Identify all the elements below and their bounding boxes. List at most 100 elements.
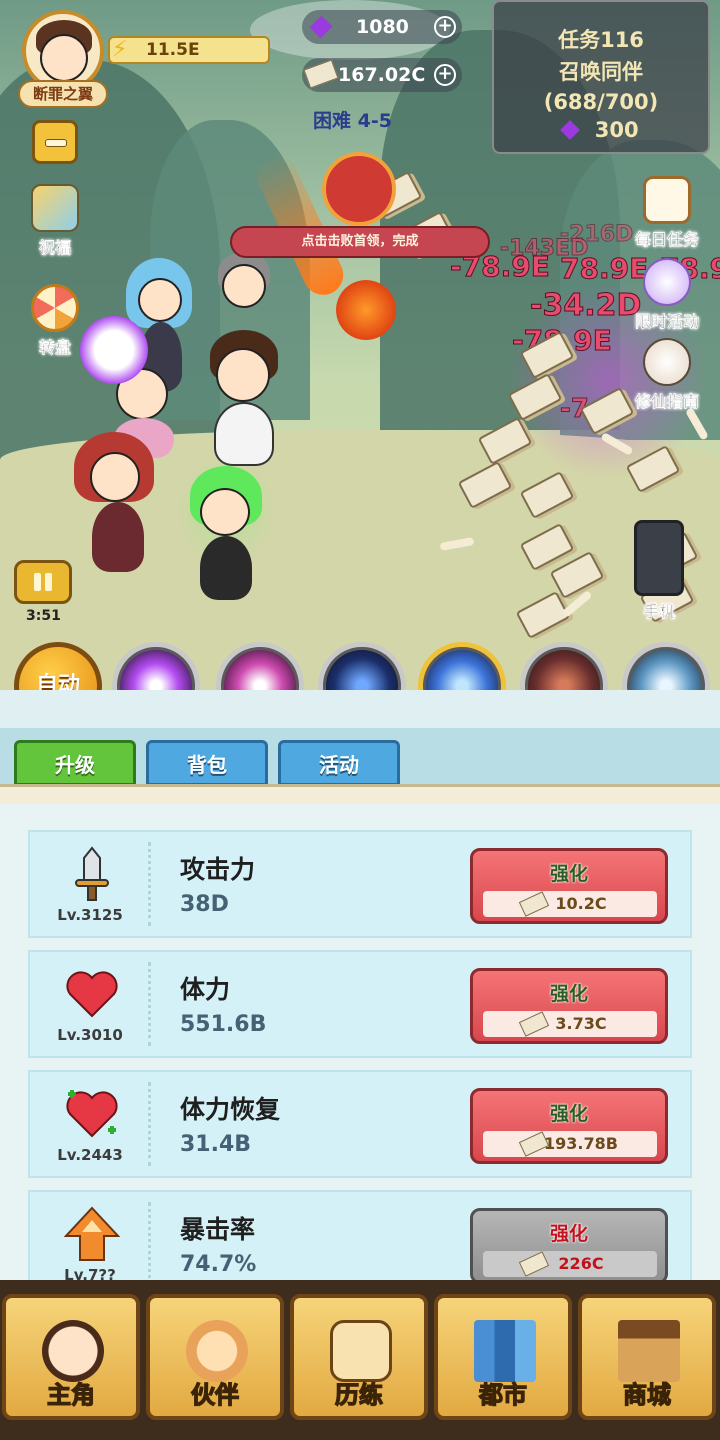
phone-button[interactable]: 手机 <box>624 520 694 622</box>
bless-label: 祝福 <box>38 238 71 257</box>
shop-stall-icon <box>618 1320 680 1382</box>
quest-progress: (688/700) <box>543 90 659 114</box>
heart-icon <box>66 971 118 1018</box>
upgrade-row-stamina: Lv.3010 体力 551.6B 强化 3.73C <box>28 950 692 1058</box>
nav-training[interactable]: 历练 <box>290 1294 428 1420</box>
gems-value: 1080 <box>356 16 409 38</box>
quest-panel[interactable]: 任务116 召唤同伴 (688/700) 300 <box>492 0 710 154</box>
upgrade-value: 38D <box>180 892 229 917</box>
ally-green-hair <box>176 456 276 606</box>
quest-reward: 300 <box>494 118 708 142</box>
ally-swordsman <box>212 252 282 342</box>
upgrade-cost: 193.78B <box>483 1131 657 1157</box>
upgrade-cost-value: 10.2C <box>555 894 607 913</box>
upgrade-cost-value: 226C <box>558 1254 604 1273</box>
upgrade-button[interactable]: 强化 10.2C <box>470 848 668 924</box>
upgrade-name: 体力 <box>180 975 231 1004</box>
boss-banner[interactable]: 点击击败首领，完成 <box>230 226 490 258</box>
nav-label: 都市 <box>478 1379 527 1409</box>
tab-activity[interactable]: 活动 <box>278 740 400 786</box>
lightning-icon: ⚡ <box>112 37 128 62</box>
bottom-nav: 主角 伙伴 历练 都市 商城 <box>0 1280 720 1440</box>
cultivation-guide-label: 修仙指南 <box>634 392 699 411</box>
cash-icon <box>518 1011 550 1037</box>
cash-icon <box>518 891 550 917</box>
upgrade-button-label: 强化 <box>549 983 588 1005</box>
quest-reward-value: 300 <box>594 118 639 142</box>
player-name: 断罪之翼 <box>18 80 108 108</box>
quest-title: 任务116 <box>558 28 644 52</box>
nav-label: 主角 <box>46 1379 95 1409</box>
nav-label: 伙伴 <box>190 1379 239 1409</box>
upgrade-list[interactable]: Lv.3125 攻击力 38D 强化 10.2C Lv.3010 体力 551.… <box>0 804 720 1280</box>
boss-icon[interactable] <box>322 152 396 226</box>
nav-hero[interactable]: 主角 <box>2 1294 140 1420</box>
collapse-button[interactable] <box>32 120 78 164</box>
battle-timer: 3:51 <box>26 608 61 624</box>
gift-icon <box>643 258 691 306</box>
phone-label: 手机 <box>642 602 675 621</box>
quest-name: 召唤同伴 <box>559 60 643 84</box>
pause-button[interactable] <box>14 560 72 604</box>
nav-city[interactable]: 都市 <box>434 1294 572 1420</box>
upgrade-button-label: 强化 <box>549 1103 588 1125</box>
heart-plus-icon <box>66 1090 118 1138</box>
upgrade-cost-value: 3.73C <box>555 1014 607 1033</box>
daily-quest-button[interactable]: 每日任务 <box>624 176 710 250</box>
sword-icon <box>75 846 109 901</box>
upgrade-level: Lv.3125 <box>57 906 123 924</box>
upgrade-cost-value: 193.78B <box>544 1134 618 1153</box>
coins-counter: 167.02C + <box>302 58 462 92</box>
upgrade-button[interactable]: 强化 193.78B <box>470 1088 668 1164</box>
stage-difficulty: 困难 4-5 <box>313 110 392 132</box>
tablet-icon <box>330 1320 392 1382</box>
gem-icon <box>560 120 581 140</box>
wheel-button[interactable]: 转盘 <box>20 284 90 358</box>
bless-button[interactable]: 祝福 <box>20 184 90 258</box>
upgrade-cost: 10.2C <box>483 891 657 917</box>
upgrade-row-attack: Lv.3125 攻击力 38D 强化 10.2C <box>28 830 692 938</box>
upgrade-button[interactable]: 强化 3.73C <box>470 968 668 1044</box>
tab-upgrade[interactable]: 升级 <box>14 740 136 786</box>
upgrade-level: Lv.2443 <box>57 1146 123 1164</box>
cash-icon <box>518 1251 550 1277</box>
upgrade-name: 攻击力 <box>180 855 256 884</box>
city-icon <box>474 1320 536 1382</box>
immortal-lady-icon <box>643 338 691 386</box>
gems-counter: 1080 + <box>302 10 462 44</box>
gem-icon <box>309 15 333 39</box>
cat-icon <box>186 1320 248 1382</box>
upgrade-value: 74.7% <box>180 1252 257 1277</box>
upgrade-button-disabled[interactable]: 强化 226C <box>470 1208 668 1280</box>
upgrade-value: 31.4B <box>180 1132 252 1157</box>
damage-number: -143ED <box>499 236 589 262</box>
clipboard-icon <box>643 176 691 224</box>
upgrade-name: 暴击率 <box>180 1215 256 1244</box>
upgrade-button-label: 强化 <box>549 863 588 885</box>
tab-backpack[interactable]: 背包 <box>146 740 268 786</box>
upgrade-value: 551.6B <box>180 1012 267 1037</box>
limited-event-button[interactable]: 限时活动 <box>624 258 710 332</box>
cultivation-guide-button[interactable]: 修仙指南 <box>624 338 710 412</box>
upgrade-name: 体力恢复 <box>180 1095 281 1124</box>
phone-icon <box>634 520 684 596</box>
wheel-icon <box>31 284 79 332</box>
nav-shop[interactable]: 商城 <box>578 1294 716 1420</box>
nav-label: 历练 <box>334 1379 383 1409</box>
limited-event-label: 限时活动 <box>634 312 699 331</box>
upgrade-cost: 226C <box>483 1251 657 1277</box>
daily-quest-label: 每日任务 <box>634 230 699 249</box>
upgrade-cost: 3.73C <box>483 1011 657 1037</box>
add-coins-button[interactable]: + <box>434 64 456 86</box>
upgrade-row-crit: Lv.7?? 暴击率 74.7% 强化 226C <box>28 1190 692 1280</box>
magic-orb <box>80 316 148 384</box>
nav-partner[interactable]: 伙伴 <box>146 1294 284 1420</box>
coins-value: 167.02C <box>338 64 426 86</box>
nav-label: 商城 <box>622 1379 671 1409</box>
upgrade-button-label: 强化 <box>549 1223 588 1245</box>
hero-icon <box>42 1320 104 1382</box>
upgrade-row-regen: Lv.2443 体力恢复 31.4B 强化 193.78B <box>28 1070 692 1178</box>
add-gems-button[interactable]: + <box>434 16 456 38</box>
upgrade-level: Lv.7?? <box>64 1266 116 1280</box>
bless-icon <box>31 184 79 232</box>
